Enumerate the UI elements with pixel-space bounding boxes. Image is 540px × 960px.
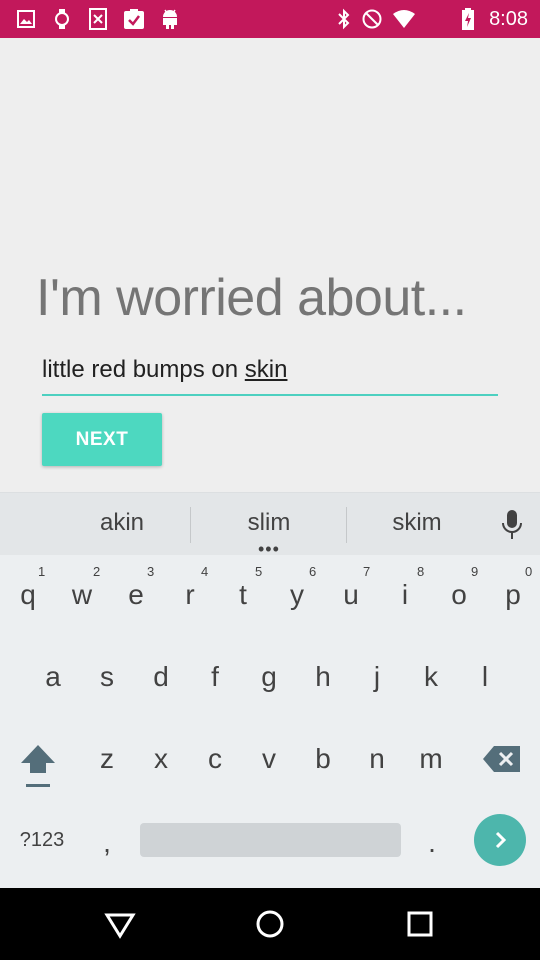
key-hint: 8 [417, 564, 425, 579]
key-i[interactable]: i [378, 579, 432, 611]
key-w[interactable]: w [55, 579, 109, 611]
key-c[interactable]: c [188, 743, 242, 775]
suggestion-item[interactable]: skim [367, 509, 467, 537]
key-hint: 7 [363, 564, 371, 579]
key-m[interactable]: m [404, 743, 458, 775]
symbols-key[interactable]: ?123 [14, 829, 70, 852]
key-y[interactable]: y [270, 579, 324, 611]
key-e[interactable]: e [109, 579, 163, 611]
key-hint: 6 [309, 564, 317, 579]
key-d[interactable]: d [134, 661, 188, 693]
key-hint: 5 [255, 564, 263, 579]
key-b[interactable]: b [296, 743, 350, 775]
go-button[interactable] [474, 814, 526, 866]
key-comma[interactable]: , [80, 827, 134, 859]
key-x[interactable]: x [134, 743, 188, 775]
clock-time: 8:08 [489, 8, 528, 30]
input-value: little red bumps on skin [42, 356, 287, 384]
suggestion-item[interactable]: akin [72, 509, 172, 537]
clipboard-check-icon [122, 7, 146, 31]
navigation-bar [0, 888, 540, 960]
key-hint: 1 [38, 564, 46, 579]
battery-icon [456, 7, 480, 31]
key-a[interactable]: a [26, 661, 80, 693]
key-t[interactable]: t [216, 579, 270, 611]
key-u[interactable]: u [324, 579, 378, 611]
wifi-icon [392, 7, 416, 31]
microphone-icon[interactable] [500, 509, 524, 546]
key-hint: 2 [93, 564, 101, 579]
input-value-composing-word: skin [244, 356, 288, 383]
key-j[interactable]: j [350, 661, 404, 693]
soft-keyboard: akin slim ••• skim 1 q 2 w 3 e 4 r 5 t 6… [0, 492, 540, 889]
key-h[interactable]: h [296, 661, 350, 693]
status-bar: 8:08 [0, 0, 540, 38]
worry-input[interactable]: little red bumps on skin [42, 352, 498, 396]
key-p[interactable]: p [486, 579, 540, 611]
key-s[interactable]: s [80, 661, 134, 693]
key-hint: 0 [525, 564, 533, 579]
do-not-disturb-icon [360, 7, 384, 31]
key-hint: 9 [471, 564, 479, 579]
suggestion-item[interactable]: slim [219, 509, 319, 537]
key-z[interactable]: z [80, 743, 134, 775]
key-period[interactable]: . [405, 827, 459, 859]
backspace-icon[interactable] [482, 745, 522, 778]
key-o[interactable]: o [432, 579, 486, 611]
key-q[interactable]: q [1, 579, 55, 611]
bluetooth-icon [332, 7, 356, 31]
key-l[interactable]: l [458, 661, 512, 693]
close-box-icon [86, 7, 110, 31]
key-n[interactable]: n [350, 743, 404, 775]
suggestion-strip: akin slim ••• skim [0, 493, 540, 559]
image-icon [14, 7, 38, 31]
page-title: I'm worried about... [36, 269, 467, 327]
key-k[interactable]: k [404, 661, 458, 693]
key-v[interactable]: v [242, 743, 296, 775]
home-icon[interactable] [254, 908, 286, 940]
watch-icon [50, 7, 74, 31]
key-r[interactable]: r [163, 579, 217, 611]
key-hint: 4 [201, 564, 209, 579]
android-icon [158, 7, 182, 31]
suggestion-divider [346, 507, 347, 543]
back-icon[interactable] [104, 908, 136, 940]
key-f[interactable]: f [188, 661, 242, 693]
more-suggestions-icon[interactable]: ••• [258, 539, 280, 560]
space-bar[interactable] [140, 823, 401, 857]
key-g[interactable]: g [242, 661, 296, 693]
suggestion-divider [190, 507, 191, 543]
key-hint: 3 [147, 564, 155, 579]
chevron-right-icon [495, 831, 507, 849]
recents-icon[interactable] [404, 908, 436, 940]
next-button[interactable]: NEXT [42, 413, 162, 466]
input-value-prefix: little red bumps on [42, 356, 245, 383]
shift-icon[interactable] [18, 743, 58, 794]
